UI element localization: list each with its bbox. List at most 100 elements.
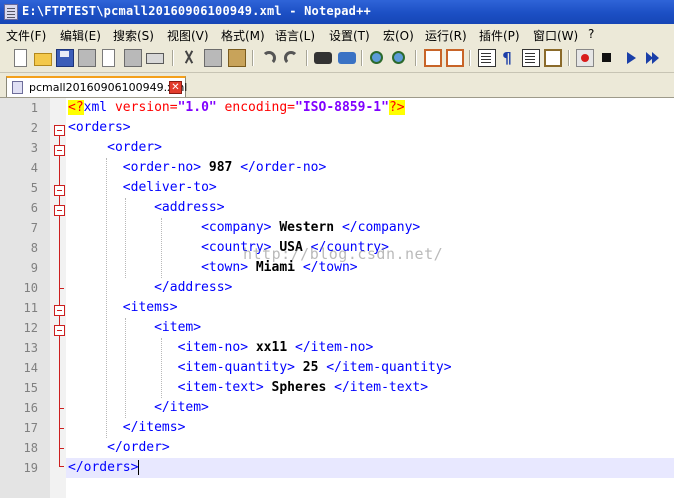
menu-run[interactable]: 运行(R): [425, 27, 467, 44]
menu-plugins[interactable]: 插件(P): [479, 27, 520, 44]
zoom-in-icon[interactable]: [370, 51, 383, 64]
zoom-out-icon[interactable]: [392, 51, 405, 64]
fold-toggle-icon[interactable]: [54, 125, 65, 136]
menu-settings[interactable]: 设置(T): [329, 27, 370, 44]
menu-file[interactable]: 文件(F): [6, 27, 46, 44]
code-line[interactable]: <?xml version="1.0" encoding="ISO-8859-1…: [68, 98, 405, 118]
line-number: 11: [23, 301, 38, 315]
xml-tag: <item-text>: [177, 380, 264, 395]
save-all-icon[interactable]: [78, 49, 96, 67]
xml-tag: </order-no>: [240, 160, 327, 175]
copy-icon[interactable]: [204, 49, 222, 67]
close-icon[interactable]: [102, 49, 115, 67]
line-number: 12: [23, 321, 38, 335]
toolbar-separator: [306, 50, 307, 66]
menu-edit[interactable]: 编辑(E): [60, 27, 101, 44]
code-line[interactable]: <company> Western </company>: [68, 218, 420, 238]
code-line[interactable]: </order>: [68, 438, 170, 458]
paste-icon[interactable]: [228, 49, 246, 67]
fold-toggle-icon[interactable]: [54, 325, 65, 336]
xml-tag: </order>: [107, 440, 170, 455]
fold-toggle-icon[interactable]: [54, 185, 65, 196]
indent-guide-icon[interactable]: [522, 49, 540, 67]
line-number: 7: [30, 221, 38, 235]
sync-horizontal-icon[interactable]: [446, 49, 464, 67]
code-line[interactable]: <item-quantity> 25 </item-quantity>: [68, 358, 452, 378]
xml-text: 25: [294, 360, 327, 375]
find-icon[interactable]: [314, 52, 332, 64]
code-line[interactable]: </items>: [68, 418, 186, 438]
play-macro-icon[interactable]: [622, 49, 640, 67]
stop-macro-icon[interactable]: [598, 49, 616, 67]
line-number: 16: [23, 401, 38, 415]
xml-text: Spheres: [263, 380, 335, 395]
xml-text: 987: [201, 160, 241, 175]
code-line[interactable]: <item>: [68, 318, 201, 338]
toolbar-separator: [361, 50, 362, 66]
close-all-icon[interactable]: [124, 49, 142, 67]
fold-end-marker: [59, 466, 64, 467]
document-tab[interactable]: pcmall20160906100949.xml ✕: [6, 76, 187, 97]
xml-declaration-delimiter: <?: [68, 100, 84, 115]
undo-icon[interactable]: [262, 51, 276, 65]
menu-window[interactable]: 窗口(W): [533, 27, 578, 44]
xml-text: xx11: [248, 340, 295, 355]
menu-format[interactable]: 格式(M): [221, 27, 265, 44]
toolbar: ¶: [0, 45, 674, 73]
doc-map-icon[interactable]: [544, 49, 562, 67]
code-line[interactable]: <items>: [68, 298, 178, 318]
xml-tag: </item-no>: [295, 340, 374, 355]
print-icon[interactable]: [146, 53, 164, 64]
xml-tag: </orders>: [68, 460, 139, 475]
code-line[interactable]: </orders>: [68, 458, 140, 478]
replace-icon[interactable]: [338, 52, 356, 64]
editor[interactable]: 1 <?xml version="1.0" encoding="ISO-8859-…: [0, 98, 674, 498]
redo-icon[interactable]: [284, 51, 298, 65]
run-macro-multiple-icon[interactable]: [644, 49, 662, 67]
cut-icon[interactable]: [180, 49, 198, 67]
code-line[interactable]: <deliver-to>: [68, 178, 217, 198]
menu-language[interactable]: 语言(L): [275, 27, 315, 44]
xml-tag: </address>: [154, 280, 233, 295]
xml-tag: <address>: [154, 200, 225, 215]
xml-tag: <deliver-to>: [122, 180, 217, 195]
fold-toggle-icon[interactable]: [54, 145, 65, 156]
sync-vertical-icon[interactable]: [424, 49, 442, 67]
save-icon[interactable]: [56, 49, 74, 67]
menu-macro[interactable]: 宏(O): [383, 27, 414, 44]
word-wrap-icon[interactable]: [478, 49, 496, 67]
fold-toggle-icon[interactable]: [54, 205, 65, 216]
code-line[interactable]: <order-no> 987 </order-no>: [68, 158, 327, 178]
title-bar: E:\FTPTEST\pcmall20160906100949.xml - No…: [0, 0, 674, 24]
xml-tag: <items>: [122, 300, 178, 315]
new-file-icon[interactable]: [14, 49, 27, 67]
menu-view[interactable]: 视图(V): [167, 27, 209, 44]
menu-search[interactable]: 搜索(S): [113, 27, 154, 44]
toolbar-separator: [252, 50, 253, 66]
xml-attribute-value: "1.0": [177, 100, 217, 115]
code-line[interactable]: </address>: [68, 278, 232, 298]
open-file-icon[interactable]: [34, 53, 52, 66]
menu-help[interactable]: ?: [588, 27, 594, 41]
record-macro-icon[interactable]: [576, 49, 594, 67]
show-all-chars-icon[interactable]: ¶: [498, 49, 516, 67]
toolbar-separator: [568, 50, 569, 66]
code-line[interactable]: <item-text> Spheres </item-text>: [68, 378, 428, 398]
fold-toggle-icon[interactable]: [54, 305, 65, 316]
toolbar-separator: [415, 50, 416, 66]
code-line[interactable]: </item>: [68, 398, 209, 418]
code-line[interactable]: <item-no> xx11 </item-no>: [68, 338, 374, 358]
code-line[interactable]: <order>: [68, 138, 162, 158]
code-line[interactable]: <orders>: [68, 118, 131, 138]
close-tab-icon[interactable]: ✕: [169, 81, 182, 94]
file-icon: [12, 81, 23, 94]
fold-end-marker: [59, 288, 64, 289]
code-line[interactable]: <address>: [68, 198, 225, 218]
